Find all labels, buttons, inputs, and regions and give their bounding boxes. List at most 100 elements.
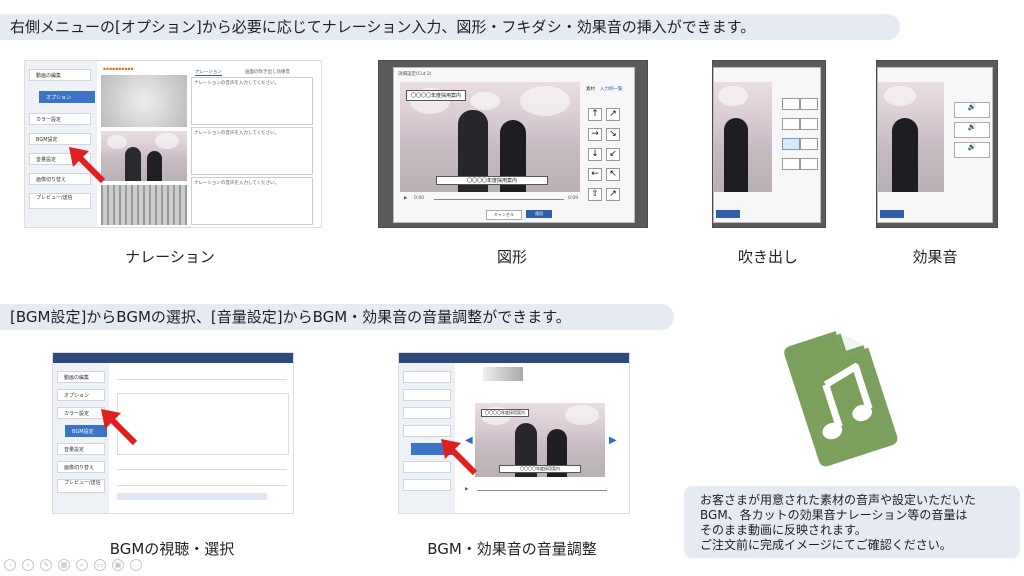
bubble-option-1[interactable] bbox=[782, 98, 800, 110]
narration-placeholder-2: ナレーションの音声を入力してください。 bbox=[194, 131, 280, 136]
bgm-row-3[interactable] bbox=[117, 477, 287, 486]
play-icon[interactable]: ▶ bbox=[465, 487, 468, 492]
tab-bubble-sfx[interactable]: 画面の吹き出し効果音 bbox=[245, 69, 290, 75]
shape-preview-photo: 〇〇〇〇年度採用案内 〇〇〇〇年度採用案内 bbox=[400, 82, 580, 192]
seek-bar[interactable] bbox=[477, 490, 607, 491]
bgm-row-2[interactable] bbox=[117, 461, 287, 470]
tab-narration[interactable]: ナレーション bbox=[195, 69, 222, 76]
person-woman bbox=[892, 118, 918, 192]
sfx-option-2[interactable]: 🔊 bbox=[954, 122, 990, 138]
sfx-option-3[interactable]: 🔊 bbox=[954, 142, 990, 158]
menu-item-option[interactable]: オプション bbox=[57, 389, 105, 401]
sfx-apply-button[interactable] bbox=[880, 210, 904, 218]
narration-input-1[interactable]: ナレーションの音声を入力してください。 bbox=[191, 77, 313, 125]
arrow-up-cell[interactable]: ↑ bbox=[588, 108, 602, 121]
sfx-option-1[interactable]: 🔊 bbox=[954, 102, 990, 118]
narration-placeholder-1: ナレーションの音声を入力してください。 bbox=[194, 81, 280, 86]
bubble-option-7[interactable] bbox=[782, 158, 800, 170]
arrow-left-cell[interactable]: ← bbox=[588, 168, 602, 181]
menu-item-volume[interactable]: 音量設定 bbox=[57, 443, 105, 455]
sfx-preview-photo bbox=[878, 82, 944, 192]
cut-thumb-1[interactable] bbox=[101, 75, 187, 127]
caption-sfx: 効果音 bbox=[912, 248, 958, 266]
menu-item-edit[interactable]: 動画の編集 bbox=[57, 371, 105, 383]
note-line-1: お客さまが用意された素材の音声や設定いただいた bbox=[700, 493, 977, 507]
cut-thumb-2[interactable] bbox=[101, 131, 187, 181]
overlay-title-top[interactable]: 〇〇〇〇年度採用案内 bbox=[481, 409, 529, 417]
arrow-downright-cell[interactable]: ↘ bbox=[606, 128, 620, 141]
caption-volume: BGM・効果音の音量調整 bbox=[427, 540, 597, 558]
red-arrow-icon bbox=[69, 147, 106, 184]
volume-preview-photo: 〇〇〇〇年度採用案内 〇〇〇〇年度採用案内 bbox=[475, 403, 605, 477]
note-line-4: ご注文前に完成イメージにてご確認ください。 bbox=[700, 538, 952, 552]
menu-item-color[interactable]: カラー設定 bbox=[29, 113, 91, 125]
bubble-option-6[interactable] bbox=[800, 138, 818, 150]
note-line-3: そのまま動画に反映されます。 bbox=[700, 523, 867, 537]
camera-icon[interactable]: ▣ bbox=[112, 559, 124, 571]
bgm-screenshot: 動画の編集 オプション カラー設定 BGM設定 音量設定 画像切り替え プレビュ… bbox=[52, 352, 294, 514]
bubble-option-5[interactable] bbox=[782, 138, 800, 150]
bubble-option-2[interactable] bbox=[800, 98, 818, 110]
overlay-title-bottom[interactable]: 〇〇〇〇年度採用案内 bbox=[436, 176, 548, 185]
arrow-upright-cell[interactable]: ↗ bbox=[606, 108, 620, 121]
narration-input-3[interactable]: ナレーションの音声を入力してください。 bbox=[191, 177, 313, 225]
app-topbar bbox=[399, 353, 629, 363]
caption-shape: 図形 bbox=[496, 248, 527, 266]
overlay-title-top[interactable]: 〇〇〇〇年度採用案内 bbox=[406, 90, 467, 101]
banner-options-text: 右側メニューの[オプション]から必要に応じてナレーション入力、図形・フキダシ・効… bbox=[10, 18, 756, 36]
banner-bgm-text: [BGM設定]からBGMの選択、[音量設定]からBGM・効果音の音量調整ができま… bbox=[10, 308, 571, 326]
arrow-outline-cell[interactable]: ↗ bbox=[606, 188, 620, 201]
menu-item-bgm[interactable] bbox=[403, 425, 451, 437]
time-start: 0:00 bbox=[414, 196, 425, 201]
seek-bar[interactable] bbox=[434, 199, 564, 200]
arrow-upleft-cell[interactable]: ↖ bbox=[606, 168, 620, 181]
bgm-row-1[interactable] bbox=[117, 371, 287, 380]
menu-item-color[interactable] bbox=[403, 407, 451, 419]
arrow-right-cell[interactable]: → bbox=[588, 128, 602, 141]
cut-thumb-3[interactable] bbox=[101, 185, 187, 225]
bubble-preview-photo bbox=[714, 82, 772, 192]
bgm-selected-row[interactable] bbox=[117, 493, 267, 500]
menu-item-edit[interactable] bbox=[403, 371, 451, 383]
bgm-list[interactable] bbox=[117, 393, 289, 455]
person-woman bbox=[147, 151, 162, 181]
volume-slider[interactable] bbox=[483, 367, 523, 381]
modal-title: 詳細設定(Cut 2) bbox=[398, 72, 432, 77]
subtitle-icon[interactable]: ▭ bbox=[94, 559, 106, 571]
bubble-option-3[interactable] bbox=[782, 118, 800, 130]
bubble-apply-button[interactable] bbox=[716, 210, 740, 218]
menu-item-preview[interactable]: プレビュー/送信 bbox=[29, 193, 91, 209]
menu-item-bgm[interactable]: BGM設定 bbox=[29, 133, 91, 145]
menu-item-option[interactable] bbox=[403, 389, 451, 401]
pen-icon[interactable]: ✎ bbox=[40, 559, 52, 571]
menu-item-option[interactable]: オプション bbox=[39, 91, 95, 103]
prev-slide-icon[interactable]: ‹ bbox=[4, 559, 16, 571]
bubble-option-4[interactable] bbox=[800, 118, 818, 130]
cancel-button[interactable]: キャンセル bbox=[486, 210, 522, 220]
more-options-icon[interactable]: ⋯ bbox=[130, 559, 142, 571]
bubble-option-8[interactable] bbox=[800, 158, 818, 170]
bubble-modal bbox=[713, 67, 821, 223]
note-box: お客さまが用意された素材の音声や設定いただいた BGM、各カットの効果音ナレーシ… bbox=[684, 486, 1020, 558]
next-slide-icon[interactable]: › bbox=[22, 559, 34, 571]
next-cut-icon[interactable]: ▶ bbox=[609, 435, 617, 446]
menu-item-preview[interactable]: プレビュー/送信 bbox=[57, 479, 105, 493]
narration-input-2[interactable]: ナレーションの音声を入力してください。 bbox=[191, 127, 313, 175]
zoom-icon[interactable]: ⌕ bbox=[76, 559, 88, 571]
arrow-bold-up-cell[interactable]: ⇧ bbox=[588, 188, 602, 201]
overlay-title-bottom[interactable]: 〇〇〇〇年度採用案内 bbox=[499, 465, 581, 473]
menu-item-preview[interactable] bbox=[403, 479, 451, 491]
apply-button[interactable]: 適用 bbox=[526, 210, 552, 218]
arrow-down-cell[interactable]: ↓ bbox=[588, 148, 602, 161]
play-icon[interactable]: ▶ bbox=[404, 196, 407, 201]
menu-item-color[interactable]: カラー設定 bbox=[57, 407, 105, 419]
arrow-downleft-cell[interactable]: ↙ bbox=[606, 148, 620, 161]
menu-item-image-switch[interactable]: 画像切り替え bbox=[57, 461, 105, 473]
panel-link[interactable]: 入力例一覧 bbox=[600, 86, 623, 92]
menu-item-edit[interactable]: 動画の編集 bbox=[29, 69, 91, 81]
shape-modal: 詳細設定(Cut 2) 〇〇〇〇年度採用案内 〇〇〇〇年度採用案内 ▶ 0:00… bbox=[393, 67, 635, 223]
caption-bubble: 吹き出し bbox=[737, 248, 798, 266]
grid-icon[interactable]: ▦ bbox=[58, 559, 70, 571]
volume-screenshot: 〇〇〇〇年度採用案内 〇〇〇〇年度採用案内 ◀ ▶ ▶ bbox=[398, 352, 630, 514]
app-topbar bbox=[53, 353, 293, 363]
